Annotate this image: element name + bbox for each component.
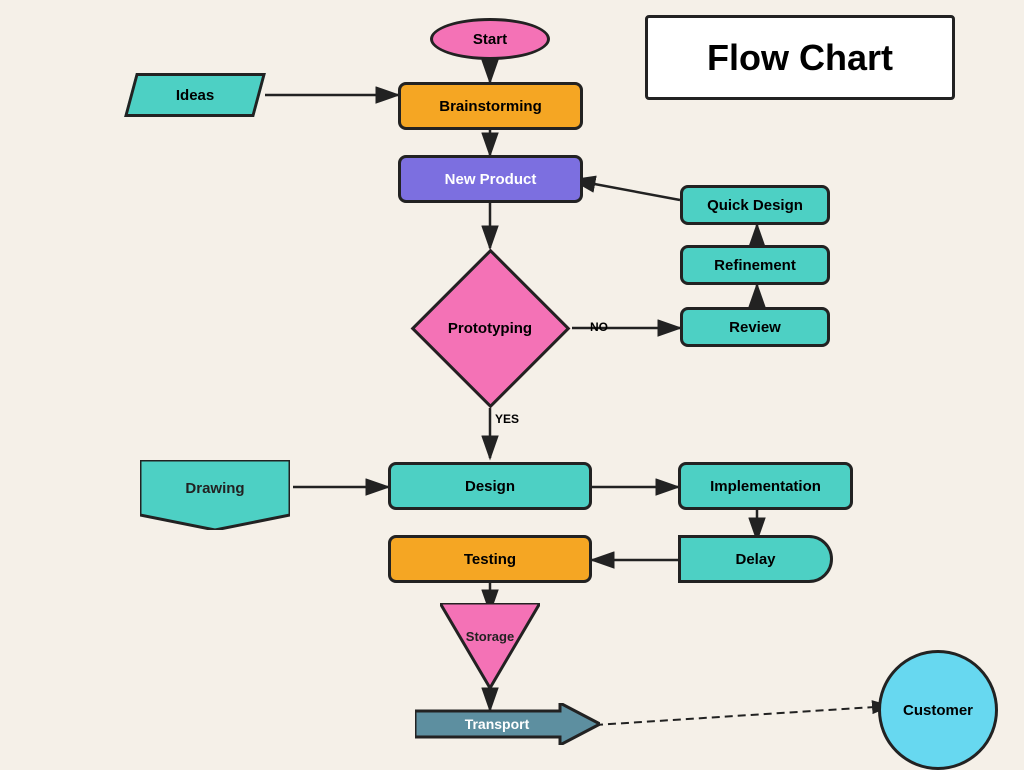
svg-text:Drawing: Drawing <box>185 480 244 497</box>
new-product-node: New Product <box>398 155 583 203</box>
design-node: Design <box>388 462 592 510</box>
title-text: Flow Chart <box>707 37 893 79</box>
title-box: Flow Chart <box>645 15 955 100</box>
quick-design-node: Quick Design <box>680 185 830 225</box>
storage-node: Storage <box>440 603 540 698</box>
implementation-node: Implementation <box>678 462 853 510</box>
ideas-node: Ideas <box>124 73 266 117</box>
svg-text:Transport: Transport <box>465 716 530 732</box>
refinement-node: Refinement <box>680 245 830 285</box>
customer-node: Customer <box>878 650 998 770</box>
yes-label: YES <box>495 412 519 426</box>
start-node: Start <box>430 18 550 60</box>
testing-node: Testing <box>388 535 592 583</box>
flowchart-canvas: Flow Chart <box>0 0 1024 768</box>
delay-node: Delay <box>678 535 833 583</box>
prototyping-node: Prototyping <box>410 248 570 408</box>
svg-text:Storage: Storage <box>466 629 514 644</box>
drawing-node: Drawing <box>140 460 290 535</box>
transport-node: Transport <box>415 703 600 750</box>
no-label: NO <box>590 320 608 334</box>
brainstorming-node: Brainstorming <box>398 82 583 130</box>
review-node: Review <box>680 307 830 347</box>
